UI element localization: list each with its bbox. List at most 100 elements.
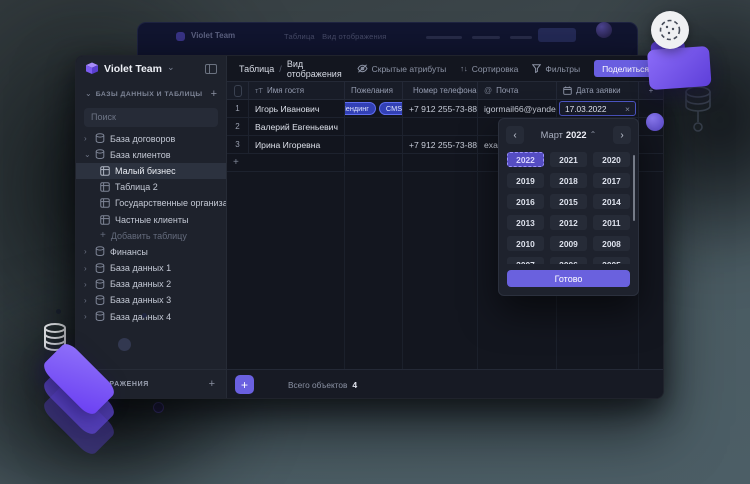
year-option[interactable]: 2006	[550, 257, 587, 264]
year-option[interactable]: 2020	[593, 152, 630, 167]
year-option[interactable]: 2007	[507, 257, 544, 264]
sorting-button[interactable]: ↑↓ Сортировка	[460, 64, 518, 74]
year-option[interactable]: 2012	[550, 215, 587, 230]
chevron-down-icon: ⌄	[84, 150, 90, 159]
total-objects-label: Всего объектов	[288, 380, 347, 390]
done-button[interactable]: Готово	[507, 270, 630, 287]
add-view-icon[interactable]: +	[209, 379, 215, 390]
year-option[interactable]: 2014	[593, 194, 630, 209]
cell-wishes[interactable]	[345, 118, 403, 135]
sidebar-item-table-2[interactable]: Таблица 2	[76, 179, 226, 195]
cell-email[interactable]: igormail66@yandex.ru	[478, 100, 557, 117]
sidebar-add-table[interactable]: + Добавить таблицу	[76, 228, 226, 244]
sidebar-item-table-government[interactable]: Государственные организации	[76, 195, 226, 211]
sidebar-item-table-private-clients[interactable]: Частные клиенты	[76, 211, 226, 227]
date-input[interactable]: 17.03.2022 ×	[559, 101, 636, 116]
tag-list: ЛендингCMS	[345, 102, 403, 115]
year-grid: 2022 2021 2020 2019 2018 2017 2016 2015 …	[507, 152, 630, 264]
sidebar-item-db-3[interactable]: › База данных 3	[76, 292, 226, 308]
year-label: 2022	[566, 130, 587, 140]
filters-button[interactable]: Фильтры	[532, 64, 580, 74]
tag-landing[interactable]: Лендинг	[345, 102, 376, 115]
chevron-left-icon: ‹	[513, 130, 516, 141]
select-all-cell[interactable]	[227, 82, 249, 99]
workspace-switcher[interactable]: Violet Team ⌄	[76, 56, 226, 81]
year-option[interactable]: 2016	[507, 194, 544, 209]
view-toolbar: Таблица / Вид отображения Скрытые атрибу…	[227, 56, 663, 81]
month-year-selector[interactable]: Март 2022 ⌃	[541, 130, 597, 140]
year-option[interactable]: 2018	[550, 173, 587, 188]
add-record-button[interactable]: +	[235, 375, 254, 394]
year-option[interactable]: 2009	[550, 236, 587, 251]
add-database-icon[interactable]: +	[211, 89, 217, 100]
decor-sphere-small	[596, 22, 612, 38]
plus-icon: +	[100, 231, 106, 241]
cell-phone[interactable]: +7 912 255-73-88	[403, 100, 478, 117]
date-value: 17.03.2022	[565, 104, 607, 114]
sorting-label: Сортировка	[472, 64, 519, 74]
sidebar-item-label: База данных 3	[110, 295, 171, 305]
table-icon	[100, 182, 110, 192]
database-icon	[95, 246, 105, 257]
cell-name[interactable]: Игорь Иванович	[249, 100, 345, 117]
clear-date-icon[interactable]: ×	[625, 104, 630, 114]
sidebar-item-label: Частные клиенты	[115, 215, 188, 225]
year-option-selected[interactable]: 2022	[507, 152, 544, 167]
cell-name[interactable]: Валерий Евгеньевич	[249, 118, 345, 135]
year-option[interactable]: 2017	[593, 173, 630, 188]
collapse-sidebar-icon[interactable]	[205, 64, 217, 74]
sidebar-item-db-clients[interactable]: ⌄ База клиентов	[76, 147, 226, 163]
cell-phone[interactable]	[403, 118, 478, 135]
breadcrumb-table[interactable]: Таблица	[239, 64, 274, 74]
sidebar-item-db-2[interactable]: › База данных 2	[76, 276, 226, 292]
checkbox-icon[interactable]	[234, 85, 242, 97]
ghost-toolbar-item	[426, 36, 462, 39]
sidebar-item-db-4[interactable]: › База данных 4	[76, 309, 226, 325]
cell-date-active[interactable]: 17.03.2022 ×	[557, 100, 639, 117]
chevron-right-icon: ›	[84, 296, 90, 305]
year-option[interactable]: 2008	[593, 236, 630, 251]
prev-month-button[interactable]: ‹	[506, 126, 524, 144]
year-option[interactable]: 2011	[593, 215, 630, 230]
year-grid-scrollbar[interactable]	[633, 155, 635, 221]
tag-cms[interactable]: CMS	[379, 102, 403, 115]
hidden-attributes-button[interactable]: Скрытые атрибуты	[357, 64, 447, 74]
cell-name[interactable]: Ирина Игоревна	[249, 136, 345, 153]
row-number: 3	[227, 136, 249, 153]
cell-wishes[interactable]	[345, 136, 403, 153]
year-option[interactable]: 2013	[507, 215, 544, 230]
column-header-phone[interactable]: Номер телефона	[403, 82, 478, 99]
sidebar-section-header[interactable]: ⌄ БАЗЫ ДАННЫХ И ТАБЛИЦЫ +	[76, 87, 226, 101]
column-header-date[interactable]: Дата заявки	[557, 82, 639, 99]
sidebar-item-db-finance[interactable]: › Финансы	[76, 244, 226, 260]
chevron-right-icon: ›	[84, 134, 90, 143]
breadcrumb[interactable]: Таблица / Вид отображения	[239, 59, 343, 79]
column-header-email[interactable]: @ Почта	[478, 82, 557, 99]
next-month-button[interactable]: ›	[613, 126, 631, 144]
search-input[interactable]	[84, 108, 218, 127]
cell-wishes[interactable]: ЛендингCMS	[345, 100, 403, 117]
year-option[interactable]: 2021	[550, 152, 587, 167]
year-option[interactable]: 2005	[593, 257, 630, 264]
sidebar-item-label: Малый бизнес	[115, 166, 176, 176]
cell-phone[interactable]: +7 912 255-73-88	[403, 136, 478, 153]
year-option[interactable]: 2019	[507, 173, 544, 188]
month-label: Март	[541, 130, 563, 140]
column-separator	[402, 166, 403, 369]
sidebar-item-db-1[interactable]: › База данных 1	[76, 260, 226, 276]
folder-front	[647, 46, 712, 90]
year-option[interactable]: 2015	[550, 194, 587, 209]
add-row-cell	[403, 154, 478, 171]
column-header-name[interactable]: тТ Имя гостя	[249, 82, 345, 99]
add-row-cell	[345, 154, 403, 171]
cell-stub	[639, 136, 663, 153]
year-option[interactable]: 2010	[507, 236, 544, 251]
sidebar-item-table-small-business[interactable]: Малый бизнес	[76, 163, 226, 179]
sidebar-item-db-contracts[interactable]: › База договоров	[76, 131, 226, 147]
breadcrumb-view[interactable]: Вид отображения	[287, 59, 343, 79]
table-row-1[interactable]: 1 Игорь Иванович ЛендингCMS +7 912 255-7…	[227, 100, 663, 118]
column-header-wishes[interactable]: Пожелания	[345, 82, 403, 99]
plus-icon: +	[241, 378, 248, 392]
ghost-toolbar-item	[510, 36, 532, 39]
database-icon	[95, 149, 105, 160]
